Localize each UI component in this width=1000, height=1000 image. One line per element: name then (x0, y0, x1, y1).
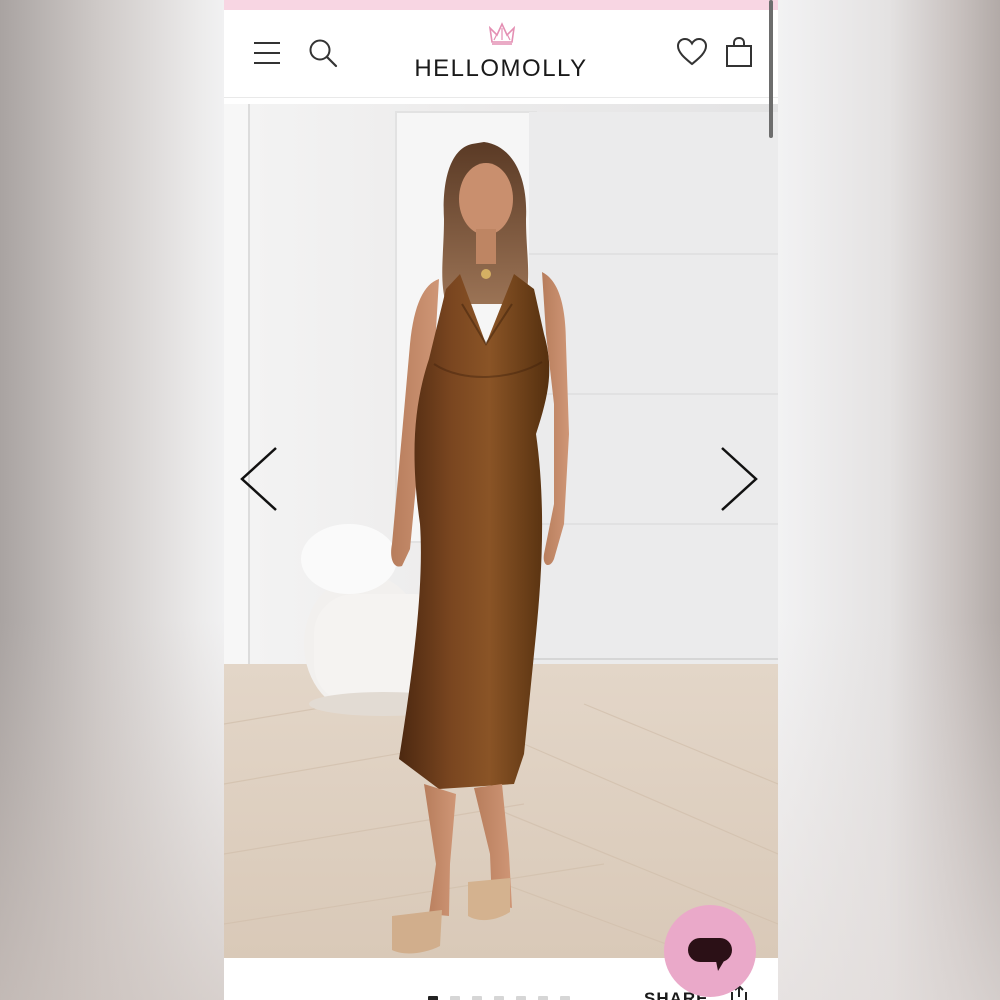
product-image-gallery[interactable] (224, 104, 778, 958)
scrollbar[interactable] (769, 0, 773, 138)
menu-icon[interactable] (254, 42, 280, 64)
logo-text: HELLOMOLLY (414, 55, 588, 82)
bag-icon[interactable] (724, 36, 754, 68)
site-header: HELLOMOLLY (224, 10, 778, 98)
slide-dot[interactable] (450, 996, 460, 1000)
slide-dot[interactable] (560, 996, 570, 1000)
slide-dot[interactable] (494, 996, 504, 1000)
chevron-right-icon[interactable] (718, 444, 762, 514)
product-photo (224, 104, 778, 958)
slide-dot[interactable] (472, 996, 482, 1000)
heart-icon[interactable] (676, 37, 708, 67)
search-icon[interactable] (308, 38, 338, 68)
phone-screen: HELLOMOLLY SHARE (224, 0, 778, 1000)
slide-dot[interactable] (428, 996, 438, 1000)
brand-logo[interactable]: HELLOMOLLY (394, 22, 608, 88)
slide-dot[interactable] (538, 996, 548, 1000)
chat-button[interactable] (664, 905, 756, 997)
slide-indicator (428, 996, 570, 1000)
chevron-left-icon[interactable] (236, 444, 280, 514)
slide-dot[interactable] (516, 996, 526, 1000)
chat-icon (688, 938, 732, 971)
background-left (0, 620, 224, 1000)
background-right (778, 0, 1000, 1000)
promo-strip (224, 0, 778, 10)
crown-icon (489, 22, 515, 45)
